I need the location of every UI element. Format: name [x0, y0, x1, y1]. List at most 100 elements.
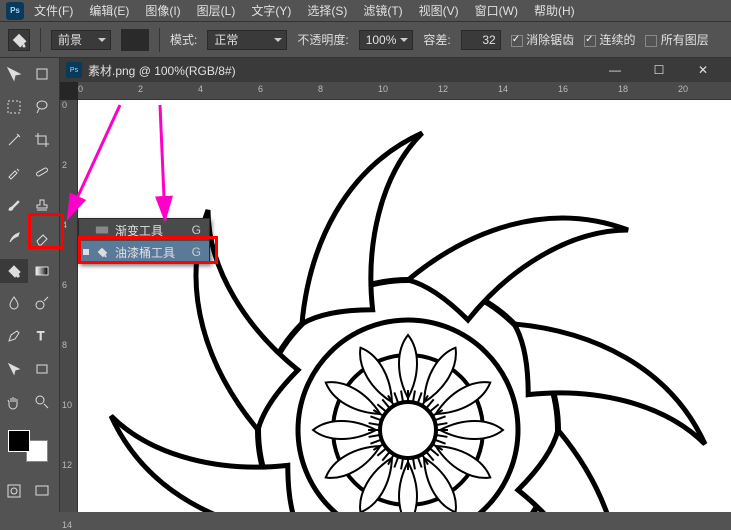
- move-icon: [6, 66, 22, 82]
- bucket-tool-flyout: 渐变工具 G 油漆桶工具 G: [78, 218, 210, 264]
- blur-tool[interactable]: [0, 291, 28, 315]
- pattern-picker[interactable]: [121, 29, 149, 51]
- fill-source-value: 前景: [58, 31, 82, 48]
- color-swatches[interactable]: [8, 430, 48, 462]
- history-brush-icon: [6, 230, 22, 246]
- pen-tool[interactable]: [0, 324, 28, 348]
- menu-select[interactable]: 选择(S): [301, 0, 353, 21]
- fill-source-dropdown[interactable]: 前景: [51, 30, 111, 50]
- mask-icon: [6, 483, 22, 499]
- dodge-tool[interactable]: [28, 291, 56, 315]
- flyout-bucket-tool[interactable]: 油漆桶工具 G: [79, 241, 209, 263]
- flyout-item-label: 渐变工具: [115, 222, 163, 239]
- marquee-tool[interactable]: [0, 95, 28, 119]
- selected-indicator: [83, 249, 89, 255]
- ruler-vertical[interactable]: 02468101214: [60, 100, 78, 512]
- eyedropper-tool[interactable]: [0, 160, 28, 184]
- brush-tool[interactable]: [0, 193, 28, 217]
- arrow-icon: [6, 361, 22, 377]
- doc-icon: Ps: [66, 62, 82, 78]
- minimize-button[interactable]: —: [593, 60, 637, 80]
- all-layers-checkbox[interactable]: 所有图层: [645, 31, 708, 48]
- menu-view[interactable]: 视图(V): [413, 0, 465, 21]
- document-tab-bar: Ps 素材.png @ 100%(RGB/8#) — ☐ ✕: [60, 58, 731, 82]
- hand-icon: [6, 394, 22, 410]
- bandage-icon: [34, 164, 50, 180]
- heal-tool[interactable]: [28, 160, 56, 184]
- hand-tool[interactable]: [0, 390, 28, 414]
- current-tool-icon[interactable]: [8, 29, 30, 51]
- zoom-icon: [34, 394, 50, 410]
- all-layers-label: 所有图层: [661, 33, 709, 47]
- history-brush-tool[interactable]: [0, 226, 28, 250]
- app-logo: Ps: [6, 2, 24, 20]
- contiguous-label: 连续的: [599, 33, 635, 47]
- toolbox: T: [0, 58, 60, 512]
- opacity-label: 不透明度:: [297, 31, 348, 48]
- mode-label: 模式:: [170, 31, 197, 48]
- move-tool[interactable]: [0, 62, 28, 86]
- pen-icon: [6, 328, 22, 344]
- screen-mode-toggle[interactable]: [28, 479, 56, 503]
- crop-icon: [34, 132, 50, 148]
- menu-help[interactable]: 帮助(H): [528, 0, 581, 21]
- path-select-tool[interactable]: [0, 357, 28, 381]
- menu-type[interactable]: 文字(Y): [245, 0, 297, 21]
- menu-filter[interactable]: 滤镜(T): [357, 0, 408, 21]
- marquee-icon: [6, 99, 22, 115]
- menu-file[interactable]: 文件(F): [28, 0, 79, 21]
- shape-tool[interactable]: [28, 357, 56, 381]
- ruler-horizontal[interactable]: 02468101214161820: [78, 82, 731, 100]
- mode-dropdown[interactable]: 正常: [207, 30, 287, 50]
- screen-icon: [34, 483, 50, 499]
- blur-icon: [6, 295, 22, 311]
- menu-window[interactable]: 窗口(W): [469, 0, 524, 21]
- artboard-icon: [34, 66, 50, 82]
- eraser-tool[interactable]: [28, 226, 56, 250]
- crop-tool[interactable]: [28, 128, 56, 152]
- lasso-tool[interactable]: [28, 95, 56, 119]
- menu-bar: Ps 文件(F) 编辑(E) 图像(I) 图层(L) 文字(Y) 选择(S) 滤…: [0, 0, 731, 22]
- antialias-checkbox[interactable]: 消除锯齿: [511, 31, 574, 48]
- quick-mask-toggle[interactable]: [0, 479, 28, 503]
- document-tab-title[interactable]: 素材.png @ 100%(RGB/8#): [88, 62, 236, 79]
- artboard-tool[interactable]: [28, 62, 56, 86]
- stamp-icon: [34, 197, 50, 213]
- brush-icon: [6, 197, 22, 213]
- menu-image[interactable]: 图像(I): [139, 0, 186, 21]
- divider: [159, 28, 160, 52]
- gradient-icon: [95, 223, 109, 237]
- contiguous-checkbox[interactable]: 连续的: [584, 31, 635, 48]
- flyout-item-shortcut: G: [192, 223, 201, 237]
- eyedropper-icon: [6, 164, 22, 180]
- close-button[interactable]: ✕: [681, 60, 725, 80]
- opacity-value: 100%: [366, 33, 397, 47]
- options-bar: 前景 模式: 正常 不透明度: 100% 容差: 32 消除锯齿 连续的 所有图…: [0, 22, 731, 58]
- foreground-color[interactable]: [8, 430, 30, 452]
- window-buttons: — ☐ ✕: [593, 60, 725, 80]
- opacity-field[interactable]: 100%: [359, 30, 414, 50]
- bucket-tool[interactable]: [0, 259, 28, 283]
- flyout-item-label: 油漆桶工具: [115, 244, 175, 261]
- tolerance-label: 容差:: [423, 31, 450, 48]
- stamp-tool[interactable]: [28, 193, 56, 217]
- maximize-button[interactable]: ☐: [637, 60, 681, 80]
- tolerance-field[interactable]: 32: [461, 30, 501, 50]
- menu-edit[interactable]: 编辑(E): [83, 0, 135, 21]
- main-area: T Ps 素材.png @ 100%(RGB/8#) — ☐ ✕ 0246810…: [0, 58, 731, 512]
- zoom-tool[interactable]: [28, 390, 56, 414]
- document-area: Ps 素材.png @ 100%(RGB/8#) — ☐ ✕ 024681012…: [60, 58, 731, 512]
- mode-value: 正常: [214, 31, 238, 48]
- quick-select-tool[interactable]: [0, 128, 28, 152]
- divider: [40, 28, 41, 52]
- bucket-icon: [9, 30, 29, 50]
- type-tool[interactable]: T: [28, 324, 56, 348]
- menu-layer[interactable]: 图层(L): [191, 0, 242, 21]
- type-icon: T: [34, 328, 50, 344]
- flyout-item-shortcut: G: [192, 245, 201, 259]
- svg-text:T: T: [37, 329, 45, 343]
- flyout-gradient-tool[interactable]: 渐变工具 G: [79, 219, 209, 241]
- gradient-tool[interactable]: [28, 259, 56, 283]
- canvas[interactable]: [78, 100, 731, 512]
- tolerance-value: 32: [482, 33, 495, 47]
